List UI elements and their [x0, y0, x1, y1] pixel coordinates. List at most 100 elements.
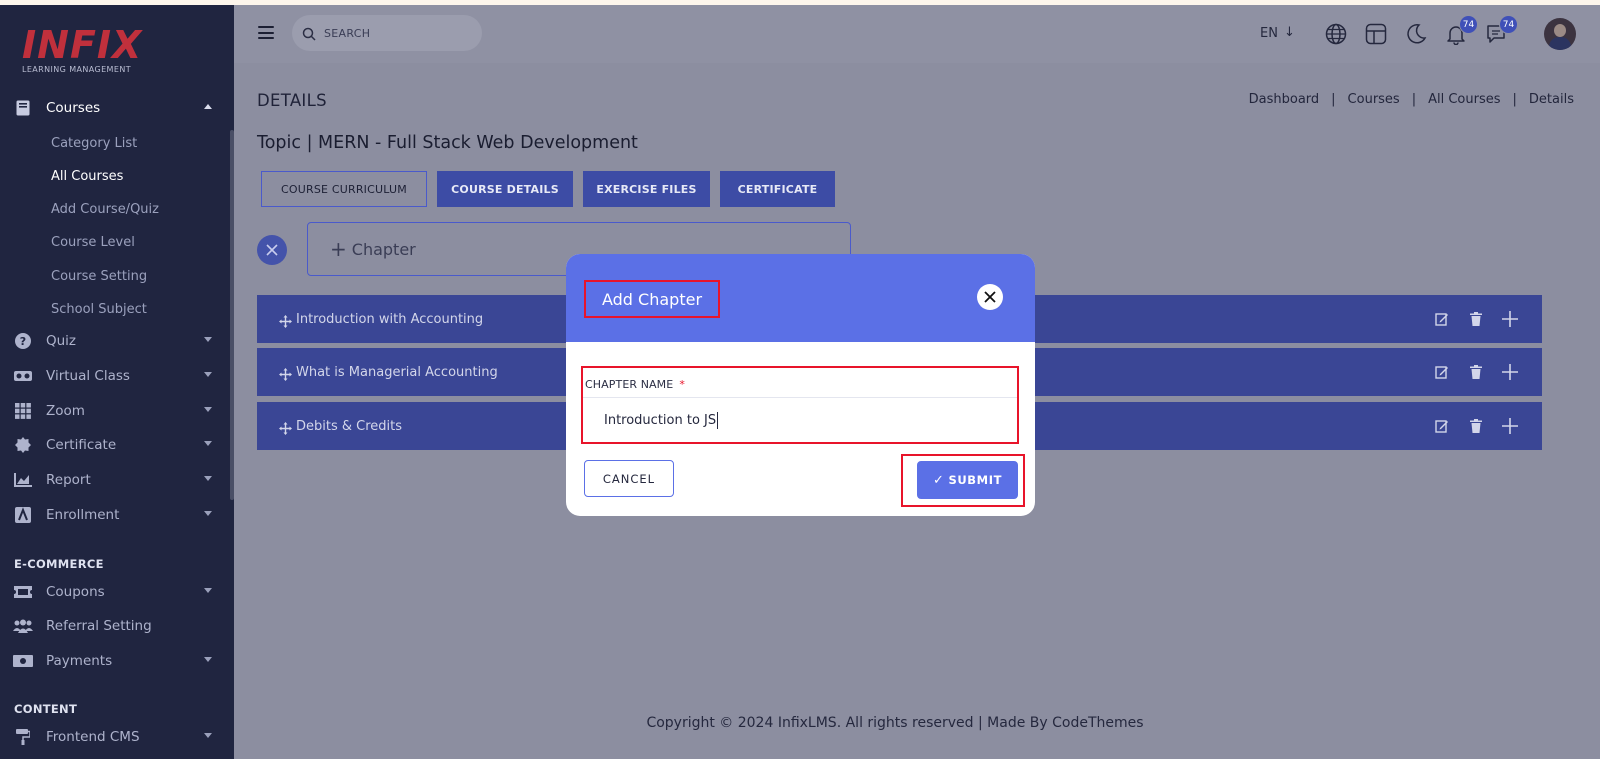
search-placeholder: SEARCH	[324, 26, 371, 40]
sidebar-item-label: Zoom	[46, 403, 85, 419]
language-selector[interactable]: EN	[1260, 26, 1278, 41]
logo-tagline: LEARNING MANAGEMENT	[22, 65, 131, 74]
field-label-text: CHAPTER NAME	[585, 378, 674, 391]
add-lesson-icon[interactable]	[1500, 362, 1520, 382]
move-icon[interactable]	[279, 313, 292, 328]
message-count-badge: 74	[1499, 15, 1518, 34]
submit-highlight: ✓ SUBMIT	[901, 454, 1025, 507]
money-icon	[13, 651, 33, 671]
sidebar-item-virtual-class[interactable]: Virtual Class	[0, 361, 230, 391]
users-icon	[13, 616, 33, 636]
close-icon[interactable]	[257, 235, 287, 265]
moon-icon[interactable]	[1404, 22, 1428, 46]
globe-icon[interactable]	[1324, 22, 1348, 46]
caret-down-icon	[204, 657, 212, 662]
check-icon: ✓	[932, 472, 945, 488]
breadcrumb-all-courses[interactable]: All Courses	[1428, 92, 1500, 107]
logo[interactable]: INFIX LEARNING MANAGEMENT	[22, 25, 142, 74]
cancel-button[interactable]: CANCEL	[584, 460, 674, 497]
breadcrumb-separator: |	[1512, 92, 1517, 107]
sidebar-item-frontend-cms[interactable]: Frontend CMS	[0, 722, 230, 752]
tab-course-details[interactable]: COURSE DETAILS	[437, 171, 573, 207]
sidebar-subitem-add-course-quiz[interactable]: Add Course/Quiz	[51, 202, 159, 217]
modal-header: Add Chapter	[566, 254, 1035, 342]
arrow-down-icon: ↓	[1284, 25, 1295, 40]
avatar[interactable]	[1544, 18, 1576, 50]
add-lesson-icon[interactable]	[1500, 309, 1520, 329]
breadcrumb-dashboard[interactable]: Dashboard	[1249, 92, 1320, 107]
notification-count-badge: 74	[1459, 15, 1478, 34]
ticket-icon	[13, 582, 33, 602]
badge-icon	[13, 435, 33, 455]
add-chapter-label: Chapter	[351, 239, 416, 259]
sidebar-item-quiz[interactable]: ? Quiz	[0, 326, 230, 356]
chapter-name-field-highlight: CHAPTER NAME * Introduction to JS	[581, 366, 1019, 444]
add-chapter-modal: Add Chapter CHAPTER NAME * Introduction t…	[566, 254, 1035, 516]
sidebar-item-zoom[interactable]: Zoom	[0, 396, 230, 426]
move-icon[interactable]	[279, 366, 292, 381]
trash-icon[interactable]	[1466, 416, 1486, 436]
sidebar-item-enrollment[interactable]: Enrollment	[0, 500, 230, 530]
sidebar-item-label: Courses	[46, 100, 101, 116]
chapter-title: Introduction with Accounting	[296, 311, 484, 327]
section-title-content: CONTENT	[14, 702, 78, 716]
sidebar: INFIX LEARNING MANAGEMENT Courses Catego…	[0, 5, 234, 759]
tab-certificate[interactable]: CERTIFICATE	[720, 171, 835, 207]
enrollment-icon	[13, 505, 33, 525]
sidebar-subitem-course-setting[interactable]: Course Setting	[51, 269, 147, 284]
move-icon[interactable]	[279, 420, 292, 435]
plus-icon: +	[330, 237, 347, 261]
sidebar-item-label: Frontend CMS	[46, 729, 140, 745]
book-icon	[13, 98, 33, 118]
breadcrumb-courses[interactable]: Courses	[1348, 92, 1400, 107]
search-icon	[302, 26, 316, 41]
chart-icon	[13, 470, 33, 490]
caret-down-icon	[204, 441, 212, 446]
field-divider	[583, 397, 1017, 398]
page-title: DETAILS	[257, 91, 327, 110]
edit-icon[interactable]	[1432, 362, 1452, 382]
section-title-ecommerce: E-COMMERCE	[14, 557, 104, 571]
sidebar-item-label: Quiz	[46, 333, 77, 349]
modal-title-highlight: Add Chapter	[584, 280, 720, 318]
submit-button[interactable]: ✓ SUBMIT	[917, 461, 1018, 499]
breadcrumb-details: Details	[1528, 92, 1574, 107]
caret-down-icon	[204, 407, 212, 412]
topic-title: Topic | MERN - Full Stack Web Developmen…	[257, 133, 638, 153]
sidebar-subitem-category-list[interactable]: Category List	[51, 136, 137, 151]
breadcrumb-separator: |	[1331, 92, 1336, 107]
search-input[interactable]: SEARCH	[292, 15, 482, 51]
chapter-name-input[interactable]: Introduction to JS	[604, 412, 719, 429]
layout-icon[interactable]	[1364, 22, 1388, 46]
tab-course-curriculum[interactable]: COURSE CURRICULUM	[261, 171, 427, 207]
caret-down-icon	[204, 337, 212, 342]
caret-down-icon	[204, 372, 212, 377]
sidebar-item-coupons[interactable]: Coupons	[0, 577, 230, 607]
grid-icon	[13, 401, 33, 421]
modal-title: Add Chapter	[601, 289, 703, 309]
chapter-actions	[1432, 416, 1520, 436]
sidebar-item-referral-setting[interactable]: Referral Setting	[0, 611, 230, 641]
tab-exercise-files[interactable]: EXERCISE FILES	[583, 171, 710, 207]
add-lesson-icon[interactable]	[1500, 416, 1520, 436]
sidebar-item-certificate[interactable]: Certificate	[0, 430, 230, 460]
sidebar-item-label: Enrollment	[46, 507, 120, 523]
sidebar-item-report[interactable]: Report	[0, 465, 230, 495]
chapter-title: Debits & Credits	[296, 418, 403, 434]
sidebar-item-payments[interactable]: Payments	[0, 646, 230, 676]
sidebar-subitem-school-subject[interactable]: School Subject	[51, 302, 147, 317]
sidebar-subitem-course-level[interactable]: Course Level	[51, 235, 135, 250]
modal-close-button[interactable]	[977, 284, 1003, 310]
sidebar-item-courses[interactable]: Courses	[0, 93, 230, 123]
sidebar-item-label: Virtual Class	[46, 368, 130, 384]
caret-up-icon	[204, 104, 212, 109]
question-circle-icon: ?	[13, 331, 33, 351]
edit-icon[interactable]	[1432, 309, 1452, 329]
hamburger-menu-icon[interactable]	[258, 26, 274, 39]
edit-icon[interactable]	[1432, 416, 1452, 436]
sidebar-item-label: Payments	[46, 653, 113, 669]
svg-text:?: ?	[20, 335, 26, 348]
sidebar-subitem-all-courses[interactable]: All Courses	[51, 169, 123, 184]
trash-icon[interactable]	[1466, 362, 1486, 382]
trash-icon[interactable]	[1466, 309, 1486, 329]
